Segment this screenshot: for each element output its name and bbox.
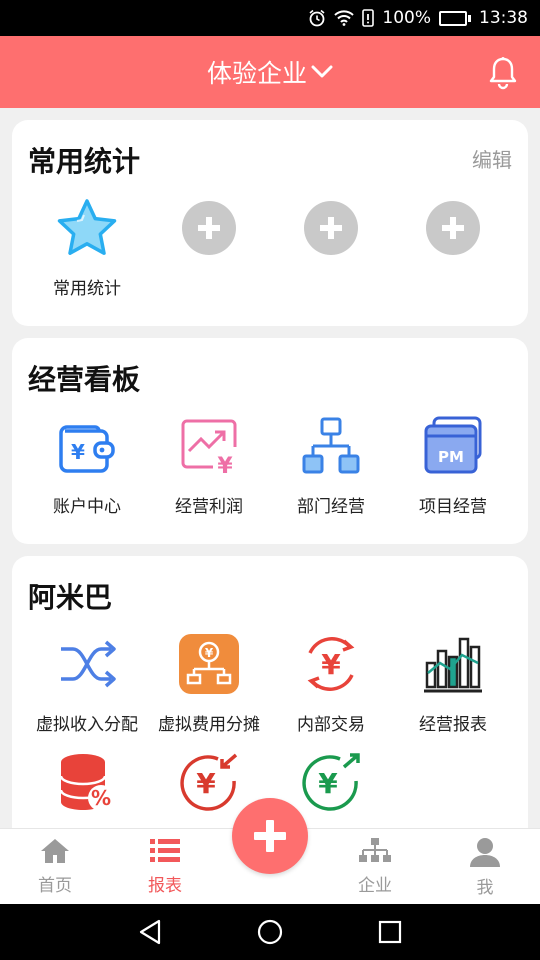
add-circle-icon — [182, 201, 236, 255]
add-slot[interactable] — [392, 196, 514, 260]
tile-common-stats[interactable]: 常用统计 — [26, 196, 148, 299]
tab-label: 报表 — [148, 876, 182, 896]
tab-label: 首页 — [38, 876, 72, 896]
alarm-icon — [309, 9, 325, 27]
tile-label: 虚拟费用分摊 — [158, 715, 260, 735]
chevron-down-icon — [311, 65, 333, 78]
bar-report-icon — [421, 632, 485, 696]
add-slot[interactable] — [148, 196, 270, 260]
tile-label: 经营利润 — [175, 497, 243, 517]
add-slot[interactable] — [270, 196, 392, 260]
bell-icon[interactable] — [488, 56, 518, 90]
tab-label: 我 — [476, 878, 494, 898]
org-icon — [359, 838, 391, 862]
yuan-exchange-icon: ¥ — [299, 632, 363, 696]
edit-button[interactable]: 编辑 — [472, 144, 512, 173]
plus-icon — [254, 820, 286, 852]
battery-icon — [439, 10, 471, 26]
dashboard-card: 经营看板 ¥ 账户中心 ¥ 经营利润 部门经营 PM 项目经营 — [12, 338, 528, 544]
tab-home[interactable]: 首页 — [0, 837, 110, 896]
tile-label: 内部交易 — [297, 715, 365, 735]
tile-internal-trade[interactable]: ¥ 内部交易 — [270, 632, 392, 735]
svg-text:¥: ¥ — [318, 767, 338, 800]
svg-text:%: % — [91, 786, 111, 810]
tile-label: 常用统计 — [53, 279, 121, 299]
wifi-icon — [334, 10, 355, 26]
wallet-icon: ¥ — [55, 414, 119, 478]
card-title: 常用统计 — [28, 145, 141, 178]
tile-label: 虚拟收入分配 — [36, 715, 138, 735]
company-name: 体验企业 — [206, 59, 307, 88]
add-fab-button[interactable] — [232, 798, 308, 874]
org-chart-icon — [299, 414, 363, 478]
svg-text:PM: PM — [438, 448, 464, 466]
home-circle-icon[interactable] — [257, 918, 283, 946]
tile-project[interactable]: PM 项目经营 — [392, 414, 514, 517]
system-nav-bar — [0, 904, 540, 960]
tile-operating-report[interactable]: 经营报表 — [392, 632, 514, 735]
amoeba-card: 阿米巴 虚拟收入分配 ¥ 虚拟费用分摊 ¥ 内部交易 经营报表 % ¥ ¥ — [12, 556, 528, 828]
company-switcher[interactable]: 体验企业 — [207, 54, 333, 90]
star-icon — [55, 196, 119, 260]
database-percent-icon: % — [55, 750, 119, 814]
tile-label: 部门经营 — [297, 497, 365, 517]
app-header: 体验企业 — [0, 36, 540, 108]
tab-company[interactable]: 企业 — [320, 837, 430, 896]
tile-operating-profit[interactable]: ¥ 经营利润 — [148, 414, 270, 517]
sim-alert-icon — [362, 9, 375, 27]
svg-text:¥: ¥ — [217, 454, 233, 475]
svg-text:¥: ¥ — [71, 440, 85, 464]
user-icon — [470, 838, 500, 867]
tile-virtual-cost[interactable]: ¥ 虚拟费用分摊 — [148, 632, 270, 735]
tab-me[interactable]: 我 — [430, 837, 540, 898]
svg-text:¥: ¥ — [196, 767, 216, 800]
tab-label: 企业 — [358, 876, 392, 896]
status-bar: 100% 13:38 — [0, 0, 540, 36]
clock: 13:38 — [479, 8, 528, 28]
card-title: 阿米巴 — [28, 581, 113, 614]
card-title: 经营看板 — [28, 363, 141, 396]
cost-split-icon: ¥ — [177, 632, 241, 696]
add-circle-icon — [304, 201, 358, 255]
tile-label: 经营报表 — [419, 715, 487, 735]
tile-label: 账户中心 — [53, 497, 121, 517]
yuan-out-icon: ¥ — [299, 750, 363, 814]
pm-window-icon: PM — [421, 414, 485, 478]
tile-account-center[interactable]: ¥ 账户中心 — [26, 414, 148, 517]
home-icon — [41, 839, 69, 863]
battery-percent: 100% — [382, 8, 431, 28]
yuan-in-icon: ¥ — [177, 750, 241, 814]
shuffle-icon — [55, 632, 119, 696]
profit-chart-icon: ¥ — [177, 414, 241, 478]
tile-label: 项目经营 — [419, 497, 487, 517]
common-stats-card: 常用统计 编辑 常用统计 — [12, 120, 528, 326]
list-icon — [150, 839, 180, 862]
tile-virtual-income[interactable]: 虚拟收入分配 — [26, 632, 148, 735]
svg-text:¥: ¥ — [205, 646, 214, 660]
tile-department[interactable]: 部门经营 — [270, 414, 392, 517]
main-content: 常用统计 编辑 常用统计 经营看板 ¥ 账户中心 ¥ 经营利润 部门经营 PM … — [0, 108, 540, 828]
tab-reports[interactable]: 报表 — [110, 837, 220, 896]
back-icon[interactable] — [138, 918, 162, 946]
tile-database-percent[interactable]: % — [26, 750, 148, 814]
svg-text:¥: ¥ — [321, 648, 341, 681]
add-circle-icon — [426, 201, 480, 255]
recents-icon[interactable] — [378, 918, 402, 946]
